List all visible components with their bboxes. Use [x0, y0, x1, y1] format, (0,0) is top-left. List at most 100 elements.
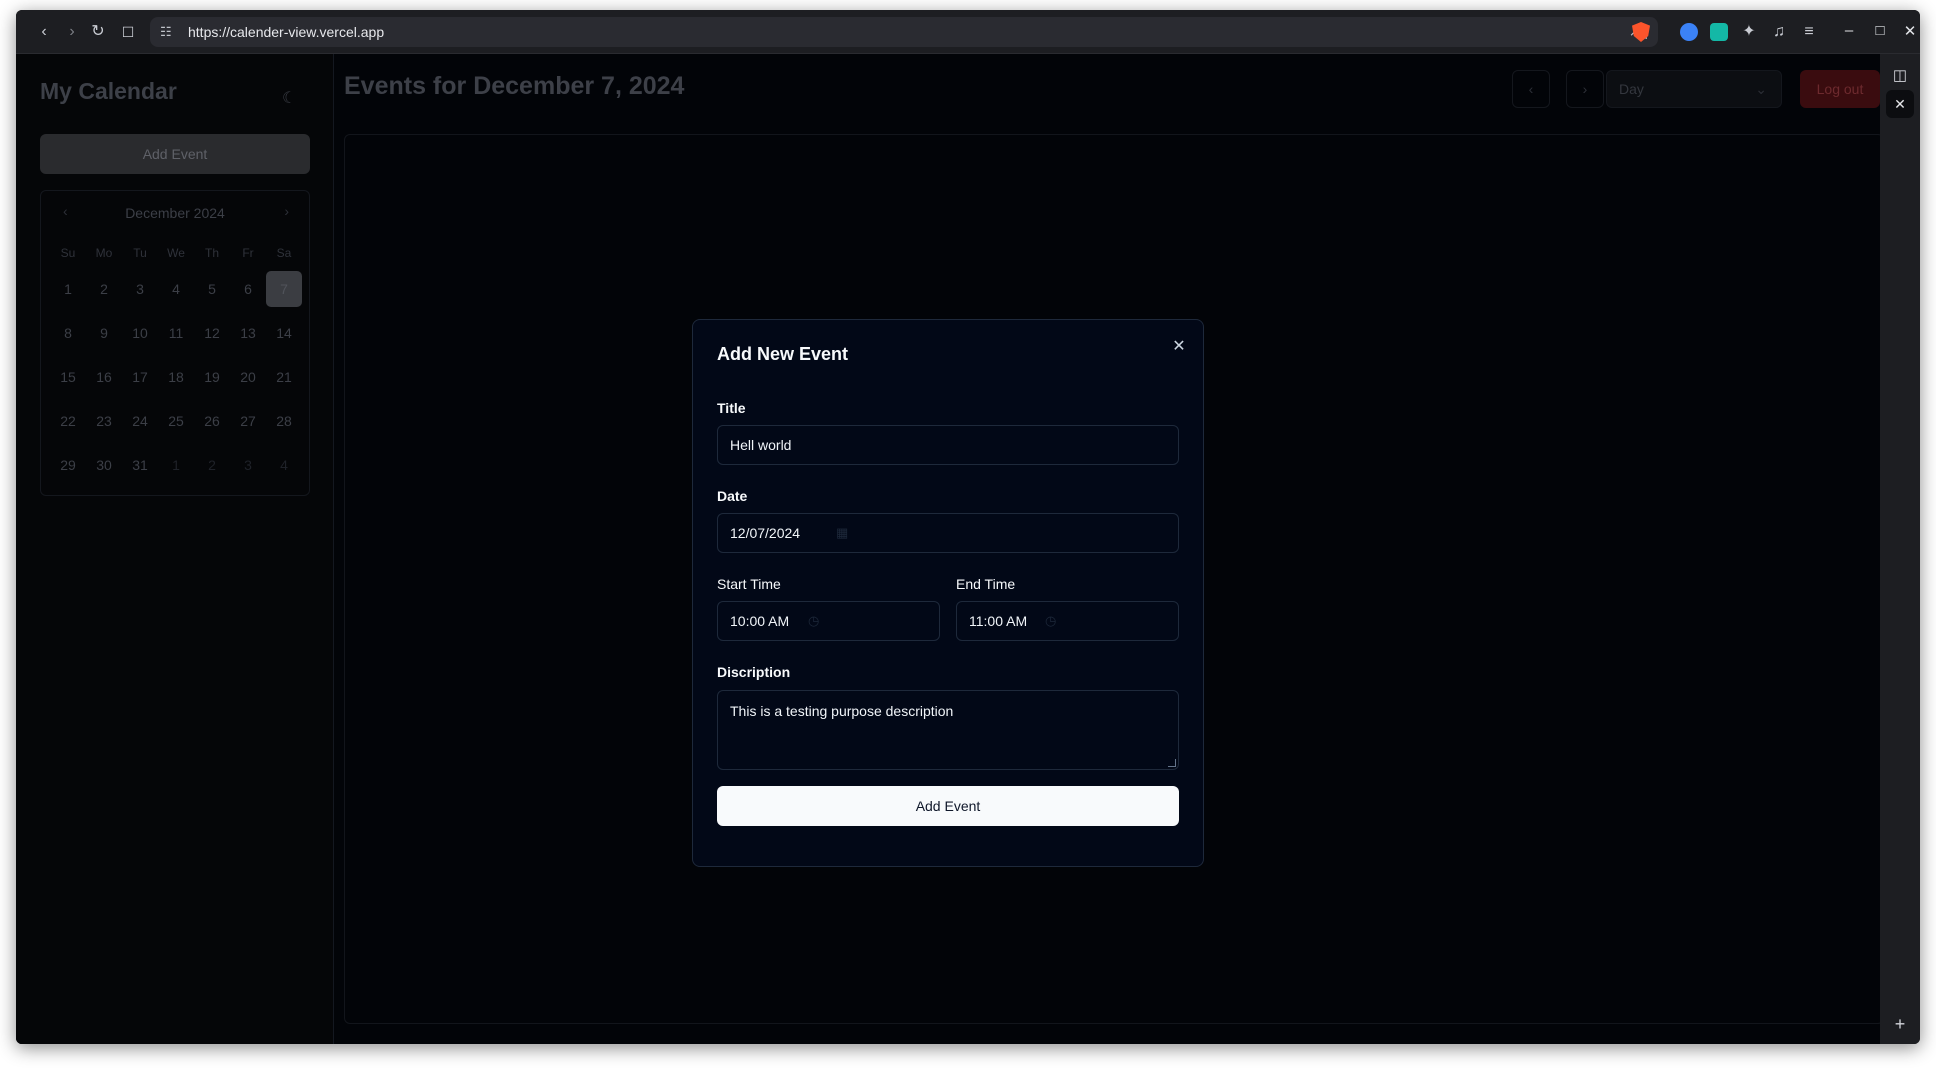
description-textarea[interactable]: This is a testing purpose description: [717, 690, 1179, 770]
next-month-icon[interactable]: ›: [284, 203, 289, 219]
calendar-day[interactable]: 5: [194, 271, 230, 307]
view-select[interactable]: Day ⌄: [1606, 70, 1782, 108]
calendar-day[interactable]: 12: [194, 315, 230, 351]
end-time-value: 11:00 AM: [969, 613, 1028, 629]
calendar-day[interactable]: 18: [158, 359, 194, 395]
puzzle-icon[interactable]: ✦: [1739, 22, 1759, 42]
title-label: Title: [717, 400, 746, 416]
description-value: This is a testing purpose description: [730, 703, 954, 719]
resize-handle[interactable]: [1168, 759, 1176, 767]
calendar-day[interactable]: 16: [86, 359, 122, 395]
end-time-label: End Time: [956, 576, 1016, 592]
calendar-day[interactable]: 28: [266, 403, 302, 439]
calendar-day[interactable]: 26: [194, 403, 230, 439]
submit-add-event-button[interactable]: Add Event: [717, 786, 1179, 826]
app-title: My Calendar: [40, 78, 177, 104]
date-label: Date: [717, 488, 748, 504]
weekday-label: Tu: [133, 246, 147, 260]
weekday-row: Su Mo Tu We Th Fr Sa: [50, 241, 302, 265]
add-event-dialog: Add New Event ✕ Title Hell world Date 12…: [692, 319, 1204, 867]
music-icon[interactable]: ♫: [1769, 22, 1789, 42]
calendar-day[interactable]: 1: [158, 447, 194, 483]
end-time-input[interactable]: 11:00 AM ◷: [956, 601, 1179, 641]
calendar-day[interactable]: 13: [230, 315, 266, 351]
calendar-day[interactable]: 1: [50, 271, 86, 307]
logout-button[interactable]: Log out: [1800, 70, 1880, 108]
calendar-day[interactable]: 4: [266, 447, 302, 483]
calendar-day[interactable]: 15: [50, 359, 86, 395]
description-label: Discription: [717, 664, 791, 680]
minimize-icon[interactable]: –: [1839, 22, 1859, 39]
browser-window: ‹ › ↻ ☐ ☷ https://calender-view.vercel.a…: [16, 10, 1920, 1044]
calendar-day[interactable]: 2: [194, 447, 230, 483]
clock-icon[interactable]: ◷: [1045, 602, 1056, 640]
sidebar: My Calendar ☾ Add Event ‹ December 2024 …: [16, 54, 334, 1044]
extension-icon[interactable]: [1710, 23, 1728, 41]
view-select-value: Day: [1619, 81, 1644, 97]
calendar-day[interactable]: 14: [266, 315, 302, 351]
calendar-day[interactable]: 10: [122, 315, 158, 351]
calendar-day[interactable]: 3: [230, 447, 266, 483]
weekday-label: Fr: [242, 246, 254, 260]
day-grid: 1 2 3 4 5 6 7 8 9 10 11 12 13 14 15 16 17 18 19 20 21 22 23 24 2…: [50, 271, 302, 491]
chevron-down-icon: ⌄: [1755, 81, 1767, 97]
calendar-day[interactable]: 4: [158, 271, 194, 307]
site-settings-icon[interactable]: ☷: [160, 24, 172, 40]
sidebar-toggle-icon[interactable]: ◫: [1890, 66, 1910, 84]
weekday-label: We: [167, 246, 185, 260]
calendar-day-selected[interactable]: 7: [266, 271, 302, 307]
calendar-icon[interactable]: ▦: [836, 514, 848, 552]
close-icon[interactable]: ✕: [1900, 22, 1920, 40]
calendar-day[interactable]: 9: [86, 315, 122, 351]
date-value: 12/07/2024: [730, 525, 801, 541]
close-icon[interactable]: ✕: [1169, 336, 1189, 356]
calendar-day[interactable]: 11: [158, 315, 194, 351]
calendar-day[interactable]: 31: [122, 447, 158, 483]
date-input[interactable]: 12/07/2024 ▦: [717, 513, 1179, 553]
mini-calendar: ‹ December 2024 › Su Mo Tu We Th Fr Sa 1234567…: [40, 190, 310, 496]
theme-toggle-icon[interactable]: ☾: [282, 88, 296, 108]
page-title: Events for December 7, 2024: [344, 72, 685, 100]
calendar-day[interactable]: 22: [50, 403, 86, 439]
calendar-day[interactable]: 8: [50, 315, 86, 351]
maximize-icon[interactable]: □: [1870, 22, 1890, 39]
url-text[interactable]: https://calender-view.vercel.app: [188, 24, 384, 40]
calendar-day[interactable]: 19: [194, 359, 230, 395]
extension-icon[interactable]: [1680, 23, 1698, 41]
next-day-button[interactable]: ›: [1566, 70, 1604, 108]
menu-icon[interactable]: ≡: [1799, 22, 1819, 42]
title-input[interactable]: Hell world: [717, 425, 1179, 465]
close-panel-icon[interactable]: ✕: [1886, 90, 1914, 118]
back-icon[interactable]: ‹: [34, 22, 54, 42]
weekday-label: Sa: [276, 246, 292, 260]
calendar-day[interactable]: 21: [266, 359, 302, 395]
calendar-day[interactable]: 30: [86, 447, 122, 483]
calendar-day[interactable]: 27: [230, 403, 266, 439]
page-content: My Calendar ☾ Add Event ‹ December 2024 …: [16, 54, 1884, 1044]
add-event-button[interactable]: Add Event: [40, 134, 310, 174]
reload-icon[interactable]: ↻: [88, 22, 108, 42]
calendar-day[interactable]: 25: [158, 403, 194, 439]
browser-side-panel: ◫ ✕ +: [1880, 54, 1920, 1044]
calendar-day[interactable]: 3: [122, 271, 158, 307]
calendar-day[interactable]: 17: [122, 359, 158, 395]
forward-icon[interactable]: ›: [62, 22, 82, 42]
add-panel-icon[interactable]: +: [1890, 1014, 1910, 1035]
prev-day-button[interactable]: ‹: [1512, 70, 1550, 108]
start-time-value: 10:00 AM: [730, 613, 790, 629]
calendar-day[interactable]: 23: [86, 403, 122, 439]
month-label: December 2024: [125, 205, 225, 221]
calendar-day[interactable]: 29: [50, 447, 86, 483]
address-bar[interactable]: ☷ https://calender-view.vercel.app ↗ |: [150, 17, 1658, 47]
clock-icon[interactable]: ◷: [808, 602, 819, 640]
weekday-label: Su: [60, 246, 76, 260]
start-time-input[interactable]: 10:00 AM ◷: [717, 601, 940, 641]
calendar-day[interactable]: 24: [122, 403, 158, 439]
calendar-day[interactable]: 2: [86, 271, 122, 307]
dialog-title: Add New Event: [717, 344, 849, 364]
bookmark-icon[interactable]: ☐: [118, 22, 138, 42]
weekday-label: Th: [204, 246, 219, 260]
calendar-day[interactable]: 20: [230, 359, 266, 395]
calendar-day[interactable]: 6: [230, 271, 266, 307]
weekday-label: Mo: [95, 246, 113, 260]
